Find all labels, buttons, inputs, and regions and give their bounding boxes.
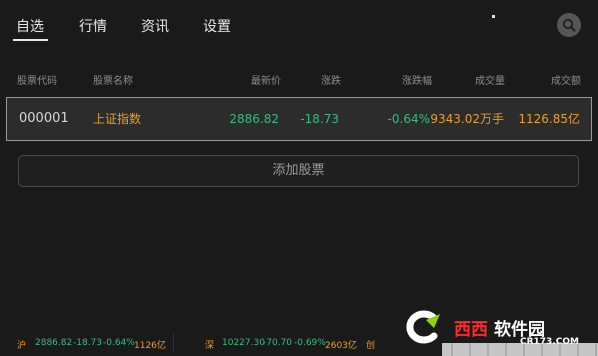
stock-change: -18.73 — [300, 112, 339, 126]
watermark-c-icon — [406, 310, 440, 344]
ticker-sh-pct: -0.64% — [103, 338, 135, 348]
ticker-sz-change: -70.70 — [263, 338, 293, 348]
ticker-sz-pct: -0.69% — [294, 338, 326, 348]
header-name[interactable]: 股票名称 — [93, 72, 133, 87]
ticker-sz-label: 深 — [205, 341, 215, 351]
stock-amount: 1126.85亿 — [518, 112, 580, 126]
table-row[interactable]: 000001 上证指数 2886.82 -18.73 -0.64% 9343.0… — [6, 97, 592, 141]
header-amount[interactable]: 成交额 — [551, 72, 581, 87]
tab-market[interactable]: 行情 — [79, 18, 107, 36]
stock-price: 2886.82 — [229, 112, 279, 126]
ticker-sz-price: 10227.30 — [222, 338, 265, 348]
top-tab-bar: 自选 行情 资讯 设置 — [0, 0, 598, 56]
ticker-sz-amount: 2603亿 — [325, 341, 357, 351]
search-icon — [563, 19, 576, 32]
ticker-cy-label: 创 — [366, 341, 376, 351]
add-stock-button[interactable]: 添加股票 — [18, 155, 579, 187]
tab-watchlist[interactable]: 自选 — [16, 18, 44, 36]
stock-change-pct: -0.64% — [387, 112, 430, 126]
watermark-brand: 西西 — [454, 320, 488, 340]
ticker-sh-change: -18.73 — [73, 338, 103, 348]
ticker-sh-label: 沪 — [17, 341, 27, 351]
tab-settings[interactable]: 设置 — [203, 18, 231, 36]
stock-code: 000001 — [19, 111, 69, 126]
watermark-strip — [442, 343, 598, 356]
ticker-sh-price: 2886.82 — [35, 338, 73, 348]
tab-news[interactable]: 资讯 — [141, 18, 169, 36]
header-code[interactable]: 股票代码 — [17, 72, 57, 87]
table-header: 股票代码 股票名称 最新价 涨跌 涨跌幅 成交量 成交额 — [0, 72, 598, 87]
status-dot — [492, 15, 495, 18]
stock-name: 上证指数 — [93, 112, 142, 126]
header-price[interactable]: 最新价 — [251, 72, 281, 87]
stock-volume: 9343.02万手 — [430, 112, 504, 126]
header-volume[interactable]: 成交量 — [475, 72, 505, 87]
active-tab-indicator — [13, 39, 48, 41]
header-change-pct[interactable]: 涨跌幅 — [402, 72, 432, 87]
header-change[interactable]: 涨跌 — [321, 72, 341, 87]
ticker-sh-amount: 1126亿 — [134, 341, 166, 351]
search-button[interactable] — [557, 13, 581, 37]
ticker-divider — [173, 334, 174, 352]
